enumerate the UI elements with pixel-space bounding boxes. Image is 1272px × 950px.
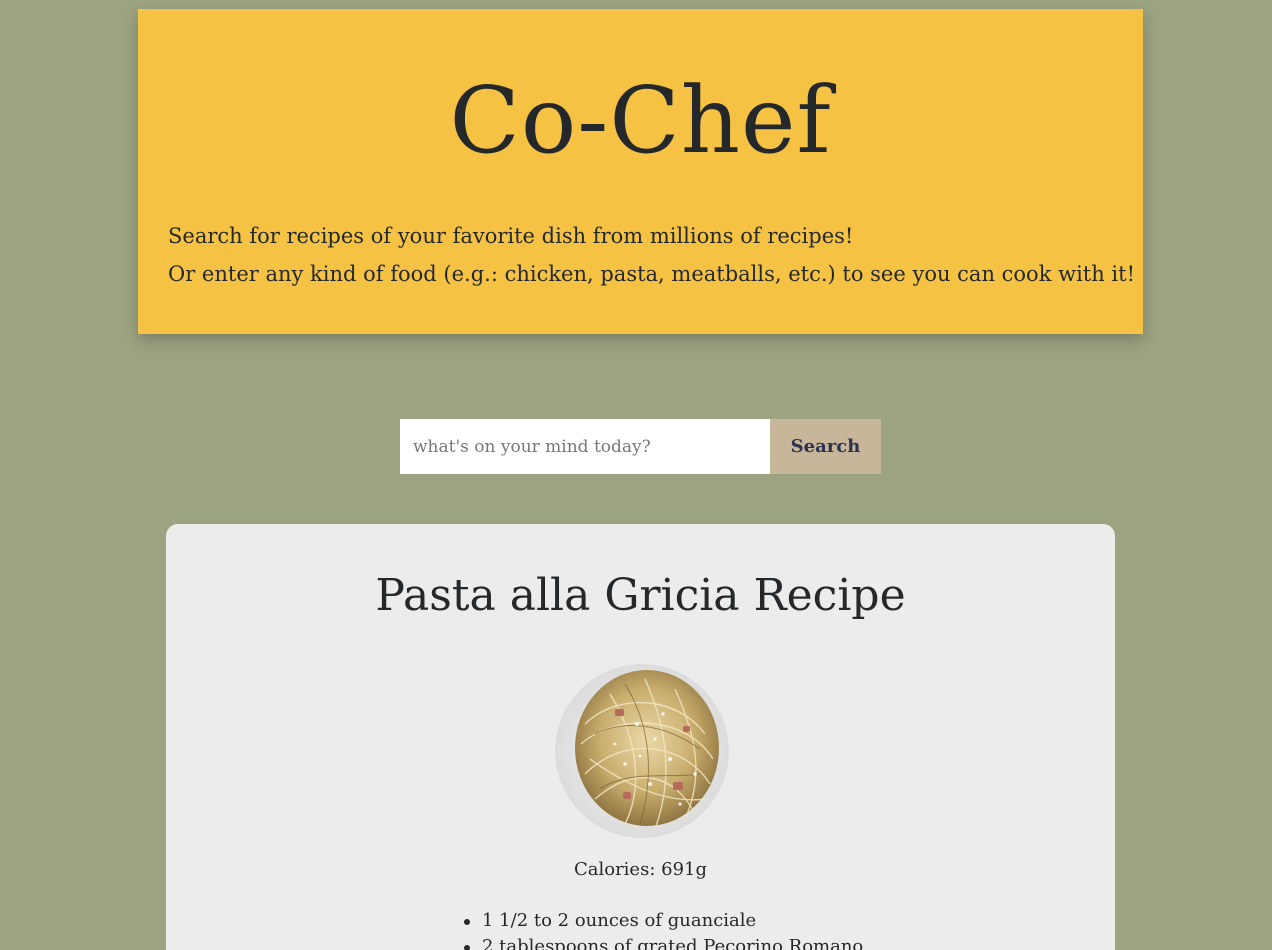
recipe-title: Pasta alla Gricia Recipe [375, 570, 906, 621]
tagline-line-2: Or enter any kind of food (e.g.: chicken… [168, 262, 1136, 286]
tagline: Search for recipes of your favorite dish… [168, 217, 1135, 293]
app-title: Co-Chef [449, 67, 832, 174]
search-form: Search [400, 419, 881, 474]
ingredient-item: 2 tablespoons of grated Pecorino Romano [464, 934, 863, 950]
search-input[interactable] [400, 419, 770, 474]
recipe-image [555, 664, 729, 838]
calories-value: 691g [661, 859, 708, 880]
calories-label: Calories: [573, 859, 656, 880]
app-header: Co-Chef Search for recipes of your favor… [138, 9, 1143, 334]
search-button[interactable]: Search [770, 419, 881, 474]
tagline-line-1: Search for recipes of your favorite dish… [168, 224, 854, 248]
pasta-dish-illustration [555, 664, 729, 838]
ingredient-list: 1 1/2 to 2 ounces of guanciale 2 tablesp… [464, 908, 863, 950]
calories: Calories: 691g [166, 859, 1115, 880]
recipe-card: Pasta alla Gricia Recipe Calories: 691g … [166, 524, 1115, 950]
ingredient-item: 1 1/2 to 2 ounces of guanciale [464, 908, 863, 934]
